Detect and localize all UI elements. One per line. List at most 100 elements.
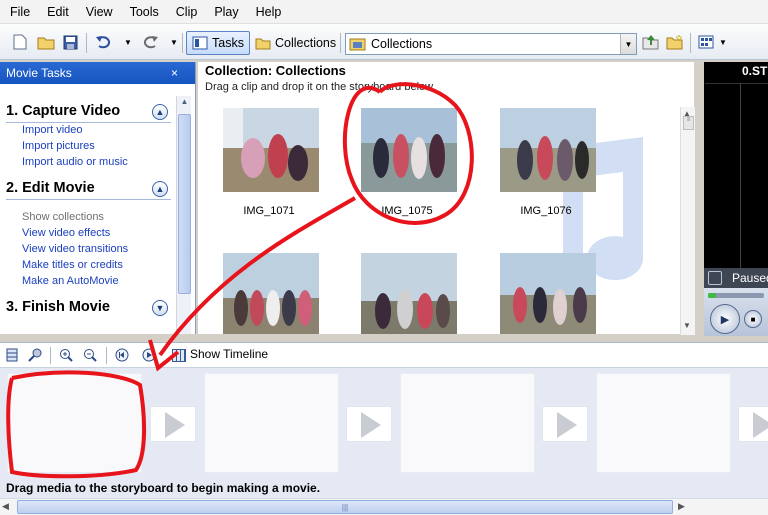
- clip-thumbnail[interactable]: [500, 108, 596, 192]
- narrate-icon[interactable]: [27, 347, 43, 363]
- collection-subtitle: Drag a clip and drop it on the storyboar…: [205, 81, 436, 93]
- toolbar-separator: [340, 33, 341, 53]
- scroll-right-icon[interactable]: ▶: [678, 501, 685, 512]
- show-timeline-button[interactable]: Show Timeline: [190, 347, 268, 361]
- collection-scrollbar[interactable]: ▲ ≡ ▼: [680, 107, 695, 335]
- chevron-down-icon[interactable]: ▼: [620, 34, 636, 54]
- toolbar-separator: [86, 33, 87, 53]
- toolbar-separator: [50, 347, 51, 364]
- storyboard-slot[interactable]: [400, 373, 535, 473]
- task-view-video-transitions[interactable]: View video transitions: [22, 243, 128, 255]
- section-finish-movie[interactable]: 3. Finish Movie: [6, 299, 110, 315]
- redo-dropdown-icon[interactable]: ▼: [164, 32, 184, 52]
- timeline-icon[interactable]: [172, 349, 186, 362]
- view-dropdown-icon[interactable]: ▼: [713, 32, 733, 52]
- section-capture-video[interactable]: 1. Capture Video: [6, 103, 120, 119]
- task-import-video[interactable]: Import video: [22, 124, 83, 136]
- section-divider: [6, 122, 171, 123]
- collection-icon: [349, 38, 366, 51]
- clip-thumbnail[interactable]: [223, 253, 319, 334]
- storyboard: [0, 368, 768, 481]
- task-import-pictures[interactable]: Import pictures: [22, 140, 95, 152]
- chevron-up-icon[interactable]: ▲: [152, 104, 168, 120]
- tasks-button[interactable]: Tasks: [186, 31, 250, 55]
- transition-icon: [753, 412, 768, 438]
- redo-icon[interactable]: [140, 32, 160, 52]
- section-divider: [6, 199, 171, 200]
- clip-thumbnail[interactable]: [500, 253, 596, 334]
- movie-tasks-title: Movie Tasks: [6, 66, 72, 80]
- scrollbar-thumb[interactable]: ≡: [683, 116, 694, 130]
- play-button[interactable]: ▶: [710, 304, 740, 334]
- menu-play[interactable]: Play: [214, 5, 238, 19]
- undo-icon[interactable]: [94, 32, 114, 52]
- monitor-status: Paused: [704, 268, 768, 288]
- storyboard-slot[interactable]: [7, 373, 142, 473]
- scrollbar-grip: |||: [341, 502, 349, 512]
- new-project-icon[interactable]: [10, 32, 30, 52]
- scroll-up-icon[interactable]: ▲: [178, 97, 191, 111]
- collection-select-value: Collections: [371, 37, 433, 51]
- collections-label: Collections: [275, 36, 337, 50]
- collections-button[interactable]: Collections: [250, 31, 341, 55]
- monitor-time: 0.ST: [742, 64, 768, 78]
- menu-tools[interactable]: Tools: [130, 5, 159, 19]
- storyboard-slot[interactable]: [204, 373, 339, 473]
- clip-thumbnail[interactable]: [361, 108, 457, 192]
- menu-view[interactable]: View: [86, 5, 113, 19]
- stop-icon: ■: [750, 314, 756, 324]
- task-import-audio[interactable]: Import audio or music: [22, 156, 128, 168]
- storyboard-slot[interactable]: [596, 373, 731, 473]
- task-make-automovie[interactable]: Make an AutoMovie: [22, 275, 119, 287]
- play-icon: ▶: [720, 313, 730, 326]
- storyboard-icon[interactable]: [4, 347, 20, 363]
- tasks-label: Tasks: [212, 36, 244, 50]
- new-folder-icon[interactable]: [665, 32, 685, 52]
- close-icon[interactable]: ×: [171, 66, 178, 80]
- transition-slot[interactable]: [542, 406, 588, 442]
- toolbar-separator: [106, 347, 107, 364]
- menu-bar: File Edit View Tools Clip Play Help: [0, 0, 768, 24]
- undo-dropdown-icon[interactable]: ▼: [118, 32, 138, 52]
- seek-bar-fill: [708, 293, 717, 298]
- scroll-down-icon[interactable]: ▼: [683, 321, 693, 331]
- storyboard-status: Drag media to the storyboard to begin ma…: [0, 481, 768, 498]
- menu-clip[interactable]: Clip: [176, 5, 198, 19]
- zoom-in-icon[interactable]: [58, 347, 74, 363]
- clip-caption: IMG_1076: [520, 205, 572, 217]
- play-storyboard-icon[interactable]: [141, 347, 157, 363]
- clip-thumbnail[interactable]: [361, 253, 457, 334]
- monitor-status-text: Paused: [732, 271, 768, 285]
- save-icon[interactable]: [60, 32, 80, 52]
- task-show-collections: Show collections: [22, 211, 104, 223]
- transition-slot[interactable]: [738, 406, 768, 442]
- scrollbar-thumb[interactable]: |||: [17, 500, 673, 514]
- menu-edit[interactable]: Edit: [47, 5, 69, 19]
- scroll-left-icon[interactable]: ◀: [2, 501, 9, 512]
- transition-icon: [361, 412, 381, 438]
- stop-button[interactable]: ■: [744, 310, 762, 328]
- transition-slot[interactable]: [346, 406, 392, 442]
- scrollbar-thumb[interactable]: [178, 114, 191, 294]
- toolbar-separator: [182, 33, 183, 53]
- storyboard-scrollbar[interactable]: ◀ ||| ▶: [0, 498, 768, 515]
- section-edit-movie[interactable]: 2. Edit Movie: [6, 180, 95, 196]
- zoom-out-icon[interactable]: [82, 347, 98, 363]
- task-make-titles[interactable]: Make titles or credits: [22, 259, 123, 271]
- snapshot-icon[interactable]: [708, 271, 722, 285]
- chevron-down-icon[interactable]: ▼: [152, 300, 168, 316]
- transition-slot[interactable]: [150, 406, 196, 442]
- menu-help[interactable]: Help: [256, 5, 282, 19]
- open-project-icon[interactable]: [36, 32, 56, 52]
- tasks-icon: [192, 36, 208, 50]
- toolbar-separator: [690, 33, 691, 53]
- rewind-icon[interactable]: [114, 347, 130, 363]
- task-pane-scrollbar[interactable]: ▲: [176, 96, 191, 334]
- collection-select[interactable]: Collections ▼: [345, 33, 637, 55]
- seek-bar[interactable]: [708, 293, 764, 298]
- chevron-up-icon[interactable]: ▲: [152, 181, 168, 197]
- clip-thumbnail[interactable]: [223, 108, 319, 192]
- menu-file[interactable]: File: [10, 5, 30, 19]
- task-view-video-effects[interactable]: View video effects: [22, 227, 110, 239]
- up-folder-icon[interactable]: [641, 32, 661, 52]
